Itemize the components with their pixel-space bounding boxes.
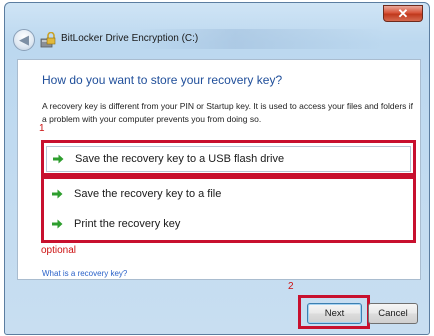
page-heading: How do you want to store your recovery k… [42,73,283,87]
help-link[interactable]: What is a recovery key? [42,269,127,279]
option-label: Print the recovery key [74,218,181,230]
next-button[interactable]: Next [307,303,362,324]
green-arrow-icon [50,187,64,201]
close-button[interactable]: ✕ [383,5,423,22]
page-description: A recovery key is different from your PI… [42,101,414,124]
annotation-marker-2: 2 [288,281,294,292]
window-title: BitLocker Drive Encryption (C:) [61,33,199,44]
option-label: Save the recovery key to a file [74,188,222,200]
back-button[interactable]: ◀ [13,29,35,51]
option-print[interactable]: Print the recovery key [46,211,411,237]
back-arrow-icon: ◀ [19,32,29,47]
title-bar: ✕ ◀ BitLocker Drive Encryption (C:) [5,3,429,57]
close-icon: ✕ [397,6,409,21]
option-save-usb[interactable]: Save the recovery key to a USB flash dri… [46,146,411,172]
annotation-optional: optional [41,245,77,256]
bitlocker-icon [40,32,56,48]
content-panel: How do you want to store your recovery k… [17,59,421,280]
green-arrow-icon [51,152,65,166]
green-arrow-icon [50,217,64,231]
dialog-window: ✕ ◀ BitLocker Drive Encryption (C:) How … [4,2,430,335]
option-save-file[interactable]: Save the recovery key to a file [46,181,411,207]
cancel-button[interactable]: Cancel [368,303,418,324]
option-label: Save the recovery key to a USB flash dri… [75,153,285,165]
annotation-marker-1: 1 [39,123,45,134]
